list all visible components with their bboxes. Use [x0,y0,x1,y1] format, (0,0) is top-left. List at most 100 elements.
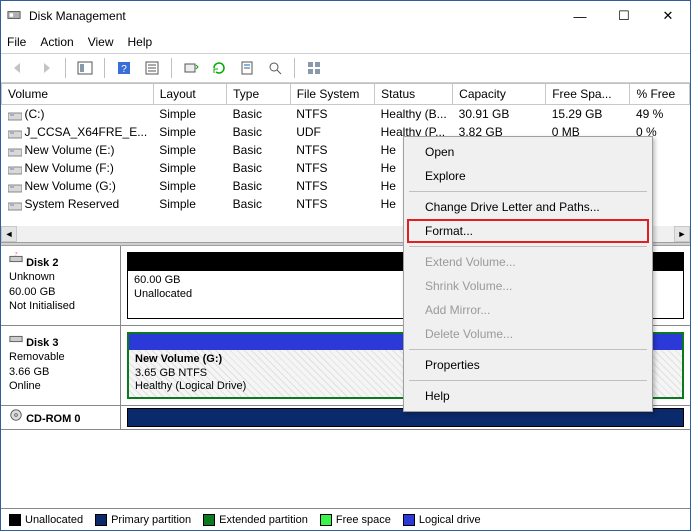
partition-size: 60.00 GB [134,274,180,286]
cell-layout: Simple [153,123,226,141]
disk-size: 3.66 GB [9,366,49,378]
cell-volume: New Volume (E:) [2,141,154,159]
cell-free: 15.29 GB [546,105,630,124]
legend-swatch [203,514,215,526]
disk-unknown-icon: ? [9,252,23,266]
menu-view[interactable]: View [88,35,114,49]
cdrom-icon [9,408,23,422]
cell-fs: NTFS [290,177,374,195]
cell-volume: J_CCSA_X64FRE_E... [2,123,154,141]
ctx-separator [409,349,647,350]
col-free-space[interactable]: Free Spa... [546,84,630,105]
menu-file[interactable]: File [7,35,26,49]
ctx-properties[interactable]: Properties [407,353,649,377]
ctx-help[interactable]: Help [407,384,649,408]
legend-free: Free space [320,514,391,526]
ctx-open[interactable]: Open [407,140,649,164]
legend-swatch [320,514,332,526]
app-icon [7,8,23,24]
table-row[interactable]: (C:)SimpleBasicNTFSHealthy (B...30.91 GB… [2,105,690,124]
rescan-button[interactable] [208,57,230,79]
settings-button[interactable] [141,57,163,79]
view-button[interactable] [303,57,325,79]
table-header-row[interactable]: Volume Layout Type File System Status Ca… [2,84,690,105]
col-status[interactable]: Status [375,84,453,105]
disk-management-window: Disk Management — ☐ ✕ File Action View H… [0,0,691,531]
properties-button[interactable] [236,57,258,79]
ctx-format[interactable]: Format... [407,219,649,243]
ctx-delete-volume: Delete Volume... [407,322,649,346]
separator [104,58,105,78]
ctx-separator [409,380,647,381]
col-capacity[interactable]: Capacity [453,84,546,105]
disk-state: Unknown [9,271,55,283]
toolbar: ? [1,53,690,83]
cell-fs: NTFS [290,105,374,124]
help-button[interactable]: ? [113,57,135,79]
ctx-add-mirror: Add Mirror... [407,298,649,322]
menu-help[interactable]: Help [128,35,153,49]
context-menu: Open Explore Change Drive Letter and Pat… [403,136,653,412]
ctx-explore[interactable]: Explore [407,164,649,188]
cell-capacity: 30.91 GB [453,105,546,124]
col-volume[interactable]: Volume [2,84,154,105]
disk-info[interactable]: CD-ROM 0 [1,406,121,429]
refresh-button[interactable] [180,57,202,79]
close-button[interactable]: ✕ [646,1,690,31]
disk-info[interactable]: ? Disk 2 Unknown 60.00 GB Not Initialise… [1,246,121,325]
col-filesystem[interactable]: File System [290,84,374,105]
legend-logical: Logical drive [403,514,481,526]
disk-name: CD-ROM 0 [26,413,80,425]
disk-init: Online [9,380,41,392]
show-hide-tree-button[interactable] [74,57,96,79]
action-button[interactable] [264,57,286,79]
ctx-change-drive-letter[interactable]: Change Drive Letter and Paths... [407,195,649,219]
cell-type: Basic [227,105,291,124]
maximize-button[interactable]: ☐ [602,1,646,31]
scroll-right-button[interactable]: ► [674,226,690,242]
legend-swatch [95,514,107,526]
svg-text:?: ? [121,64,127,75]
window-controls: — ☐ ✕ [558,1,690,31]
legend: Unallocated Primary partition Extended p… [1,508,690,530]
col-layout[interactable]: Layout [153,84,226,105]
cell-type: Basic [227,123,291,141]
scroll-left-button[interactable]: ◄ [1,226,17,242]
disk-size: 60.00 GB [9,286,55,298]
cell-layout: Simple [153,159,226,177]
disk-state: Removable [9,351,65,363]
cell-volume: New Volume (F:) [2,159,154,177]
volume-status: Healthy (Logical Drive) [135,380,246,392]
volume-size: 3.65 GB NTFS [135,367,207,379]
svg-text:?: ? [15,252,18,258]
legend-swatch [403,514,415,526]
col-pct-free[interactable]: % Free [630,84,690,105]
ctx-separator [409,246,647,247]
cell-fs: NTFS [290,141,374,159]
cell-pct: 49 % [630,105,690,124]
cell-type: Basic [227,195,291,213]
ctx-extend-volume: Extend Volume... [407,250,649,274]
separator [294,58,295,78]
cell-layout: Simple [153,177,226,195]
col-type[interactable]: Type [227,84,291,105]
forward-button[interactable] [35,57,57,79]
cell-fs: NTFS [290,159,374,177]
titlebar: Disk Management — ☐ ✕ [1,1,690,31]
window-title: Disk Management [29,9,558,23]
cell-type: Basic [227,177,291,195]
disk-info[interactable]: Disk 3 Removable 3.66 GB Online [1,326,121,405]
ctx-separator [409,191,647,192]
legend-unallocated: Unallocated [9,514,83,526]
menu-action[interactable]: Action [40,35,73,49]
minimize-button[interactable]: — [558,1,602,31]
menubar: File Action View Help [1,31,690,53]
legend-swatch [9,514,21,526]
cell-volume: (C:) [2,105,154,124]
volume-name: New Volume (G:) [135,353,222,365]
cell-layout: Simple [153,141,226,159]
disk-name: Disk 2 [26,257,58,269]
back-button[interactable] [7,57,29,79]
cell-fs: NTFS [290,195,374,213]
disk-init: Not Initialised [9,300,75,312]
